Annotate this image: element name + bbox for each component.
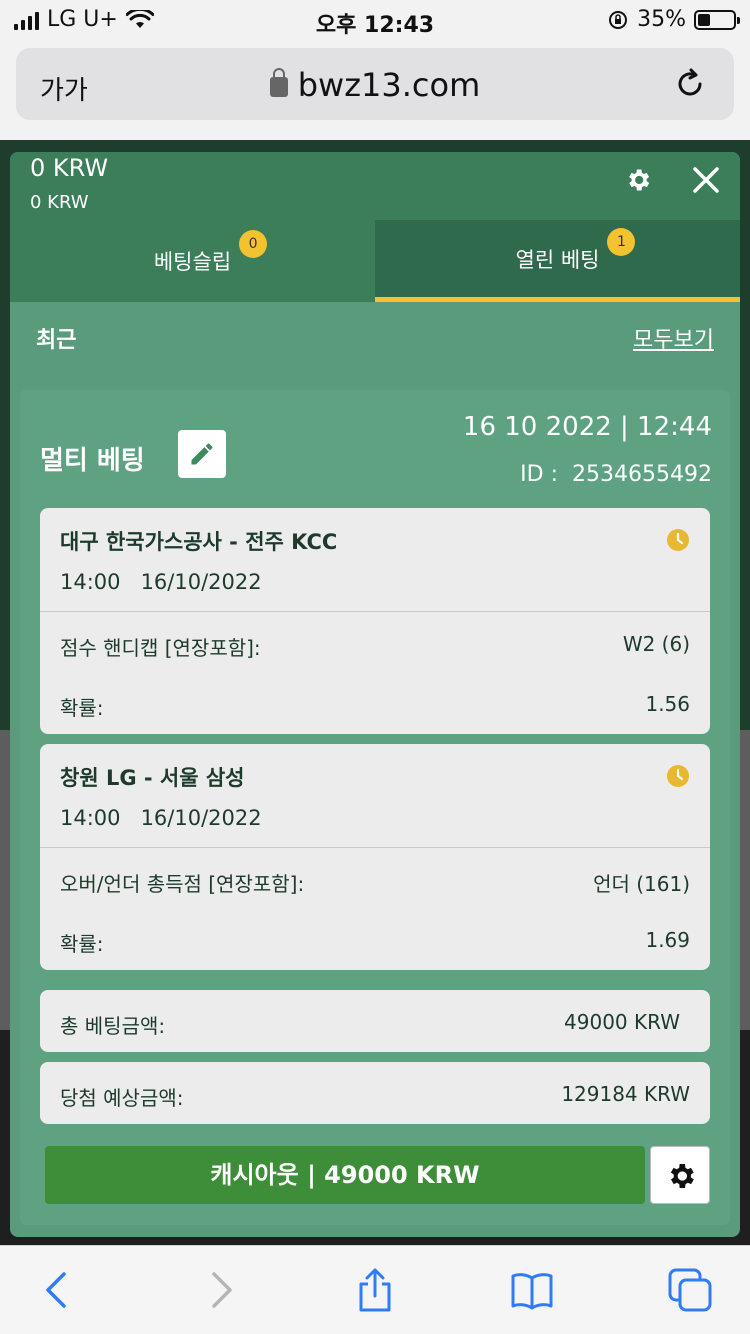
odds-value: 1.56 xyxy=(645,692,690,716)
address-bar[interactable]: 가가 bwz13.com xyxy=(16,48,734,120)
market-value: W2 (6) xyxy=(622,632,690,656)
url-text: bwz13.com xyxy=(297,66,481,104)
edit-bet-button[interactable] xyxy=(178,430,226,478)
bet-id: ID : 2534655492 xyxy=(520,462,712,487)
chevron-right-icon[interactable] xyxy=(198,1268,242,1312)
reload-icon[interactable] xyxy=(672,66,708,102)
bet-type-title: 멀티 베팅 xyxy=(40,446,145,476)
status-left: LG U+ xyxy=(14,7,154,32)
close-icon[interactable] xyxy=(690,164,722,196)
market-row: 오버/언더 총득점 [연장포함]: 언더 (161) xyxy=(40,850,710,910)
panel-header: 0 KRW 0 KRW xyxy=(10,152,740,220)
clock-icon xyxy=(667,529,689,551)
tab-badge: 0 xyxy=(239,230,268,258)
event-date-value: 16/10/2022 xyxy=(140,570,262,594)
cashout-settings-button[interactable] xyxy=(650,1146,710,1204)
bet-event: 대구 한국가스공사 - 전주 KCC 14:00 16/10/2022 점수 핸… xyxy=(40,508,710,734)
tab-bet-slip-inner: 베팅슬립 0 xyxy=(153,230,268,276)
chevron-left-icon[interactable] xyxy=(36,1268,80,1312)
status-bar: LG U+ 오후 12:43 35% xyxy=(0,0,750,40)
wifi-icon xyxy=(125,9,154,28)
signal-icon xyxy=(14,10,39,30)
book-icon[interactable] xyxy=(510,1268,554,1312)
market-row: 점수 핸디캡 [연장포함]: W2 (6) xyxy=(40,614,710,674)
bet-event: 창원 LG - 서울 삼성 14:00 16/10/2022 오버/언더 총득점… xyxy=(40,744,710,970)
odds-value: 1.69 xyxy=(645,928,690,952)
event-time-value: 14:00 xyxy=(60,806,121,830)
expected-win-box: 당첨 예상금액: 129184 KRW xyxy=(40,1062,710,1124)
market-label: 오버/언더 총득점 [연장포함]: xyxy=(60,872,305,896)
url-display[interactable]: bwz13.com xyxy=(16,66,734,104)
share-icon[interactable] xyxy=(353,1268,397,1312)
gear-icon[interactable] xyxy=(624,166,652,194)
tab-open-bets-inner: 열린 베팅 1 xyxy=(515,227,636,274)
battery-level xyxy=(698,13,710,26)
odds-row: 확률: 1.56 xyxy=(40,674,710,734)
market-value: 언더 (161) xyxy=(593,872,690,896)
expected-win-label: 당첨 예상금액: xyxy=(60,1086,184,1110)
clock-icon xyxy=(667,765,689,787)
bet-id-value: 2534655492 xyxy=(572,462,712,487)
gear-icon xyxy=(670,1164,694,1188)
total-stake-value: 49000 KRW xyxy=(564,1010,680,1034)
event-header: 창원 LG - 서울 삼성 14:00 16/10/2022 xyxy=(40,744,710,848)
event-time: 14:00 16/10/2022 xyxy=(60,570,262,594)
tab-label: 열린 베팅 xyxy=(515,247,600,272)
event-date-value: 16/10/2022 xyxy=(140,806,262,830)
tab-bet-slip[interactable]: 베팅슬립 0 xyxy=(10,220,375,302)
browser-url-area: 가가 bwz13.com xyxy=(0,40,750,140)
market-label: 점수 핸디캡 [연장포함]: xyxy=(60,636,261,660)
status-right: 35% xyxy=(607,7,740,32)
bet-card: 멀티 베팅 16 10 2022 | 12:44 ID : 2534655492… xyxy=(20,390,730,1225)
event-name: 창원 LG - 서울 삼성 xyxy=(60,766,245,790)
odds-label: 확률: xyxy=(60,696,104,720)
odds-row: 확률: 1.69 xyxy=(40,910,710,970)
tab-open-bets[interactable]: 열린 베팅 1 xyxy=(375,220,740,302)
odds-label: 확률: xyxy=(60,932,104,956)
cashout-button[interactable]: 캐시아웃 | 49000 KRW xyxy=(45,1146,645,1204)
event-time-value: 14:00 xyxy=(60,570,121,594)
tabs-icon[interactable] xyxy=(668,1268,712,1312)
tab-bar: 베팅슬립 0 열린 베팅 1 xyxy=(10,220,740,302)
browser-toolbar xyxy=(0,1245,750,1334)
tab-label: 베팅슬립 xyxy=(153,250,232,274)
orientation-lock-icon xyxy=(609,10,628,29)
battery-percent: 35% xyxy=(637,7,686,32)
event-name: 대구 한국가스공사 - 전주 KCC xyxy=(60,530,338,554)
total-stake-box: 총 베팅금액: 49000 KRW xyxy=(40,990,710,1052)
bet-datetime: 16 10 2022 | 12:44 xyxy=(462,412,712,442)
recent-title: 최근 xyxy=(36,328,77,353)
bet-slip-panel: 0 KRW 0 KRW 베팅슬립 0 열린 베팅 1 최근 모두보기 멀티 베팅 xyxy=(10,152,740,1237)
pencil-icon xyxy=(191,443,213,465)
event-header: 대구 한국가스공사 - 전주 KCC 14:00 16/10/2022 xyxy=(40,508,710,612)
balance-sub: 0 KRW xyxy=(30,192,89,213)
total-stake-label: 총 베팅금액: xyxy=(60,1014,166,1038)
bet-id-label: ID : xyxy=(520,462,559,487)
tab-badge: 1 xyxy=(607,227,636,256)
expected-win-value: 129184 KRW xyxy=(561,1082,690,1106)
see-all-link[interactable]: 모두보기 xyxy=(633,322,714,354)
battery-icon xyxy=(694,9,740,30)
balance-main: 0 KRW xyxy=(30,154,109,182)
lock-icon xyxy=(269,68,288,97)
event-time: 14:00 16/10/2022 xyxy=(60,806,262,830)
carrier-name: LG U+ xyxy=(47,7,118,32)
recent-bar: 최근 모두보기 xyxy=(20,302,730,370)
